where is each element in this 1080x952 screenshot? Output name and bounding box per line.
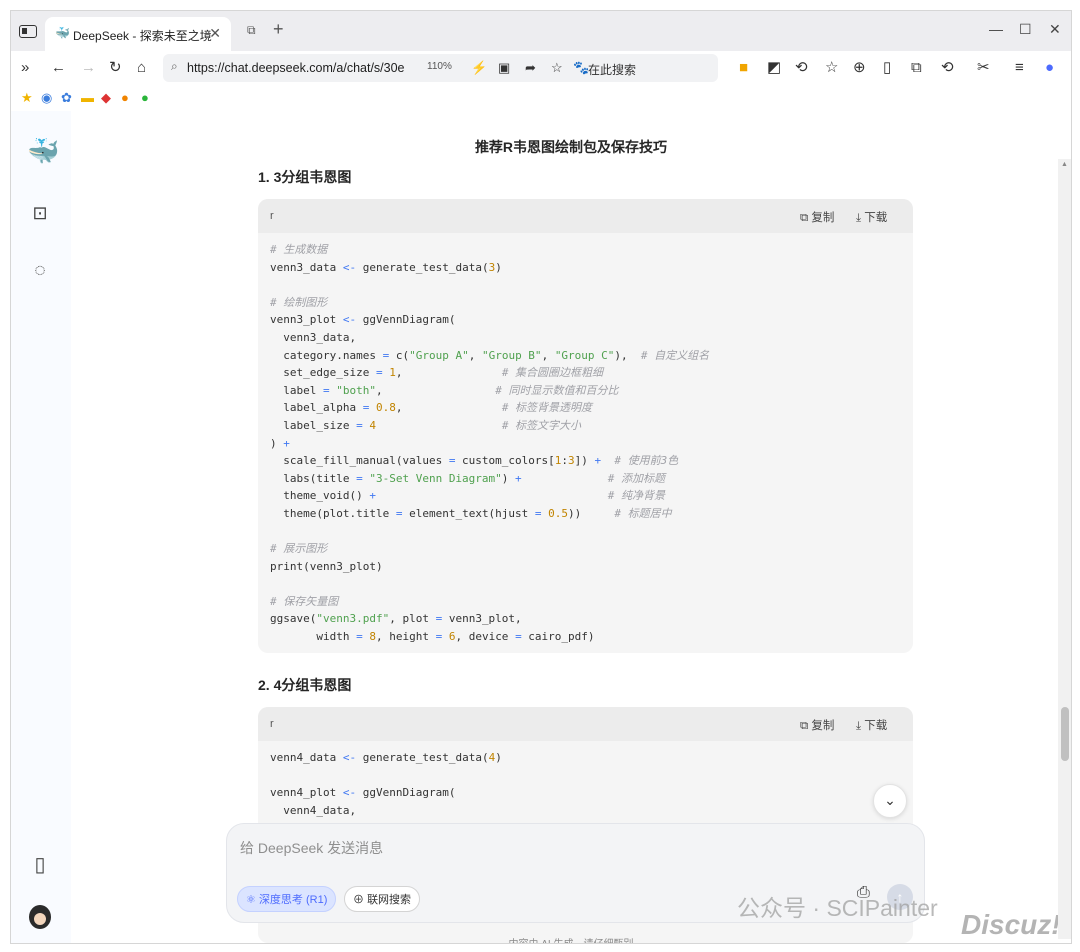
code-header: r ⧉ 复制 ⤓ 下载 [258,707,913,741]
code-header: r ⧉ 复制 ⤓ 下载 [258,199,913,233]
star-icon[interactable]: ☆ [551,60,563,76]
screenshot-icon[interactable]: ✂ [977,58,990,78]
bookmark-site-icon[interactable]: ◆ [101,90,111,106]
code-block: r ⧉ 复制 ⤓ 下载 # 生成数据 venn3_data <- generat… [258,199,913,653]
lightning-icon[interactable]: ⚡ [471,60,487,76]
download-icon[interactable]: ⊕ [853,58,866,78]
section-heading: 1. 3分组韦恩图 [258,169,352,185]
chat-title: 推荐R韦恩图绘制包及保存技巧 [474,139,668,155]
copy-icon: ⧉ [800,212,809,224]
share-icon[interactable]: ➦ [525,60,536,76]
tabs-icon[interactable]: ⧉ [911,58,922,78]
download-icon: ⤓ [856,720,862,732]
bookmark-folder-icon[interactable]: ▬ [81,90,94,106]
new-tab-icon[interactable]: + [273,19,284,40]
history-icon[interactable]: ⟲ [941,58,954,78]
bookmark-star-icon[interactable]: ★ [21,90,33,106]
download-label: 下载 [864,720,888,732]
tab-title: DeepSeek - 探索未至之境 [73,29,212,43]
watermark: 公众号 · SCIPainter [737,895,938,921]
scroll-up-icon[interactable]: ▲ [1061,161,1068,168]
phone-icon[interactable]: ▯ [27,853,53,877]
copy-label: 复制 [811,720,835,732]
atom-icon: ⚛ [246,894,256,906]
browser-tab[interactable]: 🐳 DeepSeek - 探索未至之境 ✕ [45,17,231,51]
close-tab-icon[interactable]: ✕ [209,25,221,42]
profile-icon[interactable]: ● [1045,58,1054,78]
footer-note: 内容由 AI 生成，请仔细甄别 [71,935,1071,943]
tab-bar: 🐳 DeepSeek - 探索未至之境 ✕ ⧉ + — ☐ ✕ [11,11,1071,51]
browser-toolbar: » ← → ↻ ⌂ ⌕ https://chat.deepseek.com/a/… [11,51,1071,85]
bookmark-wechat-icon[interactable]: ● [141,90,149,106]
search-box-label[interactable]: 在此搜索 [588,61,636,78]
download-button[interactable]: ⤓ 下载 [856,717,887,733]
chevron-down-icon: ⌄ [884,792,896,808]
back-icon[interactable]: ← [51,58,66,78]
baidu-icon[interactable]: 🐾 [573,60,589,76]
zoom-level[interactable]: 110% [427,61,452,72]
maximize-icon[interactable]: ☐ [1019,21,1032,38]
code-language: r [270,718,274,730]
scroll-thumb[interactable] [1061,707,1069,761]
copy-button[interactable]: ⧉ 复制 [800,717,834,733]
close-window-icon[interactable]: ✕ [1049,21,1061,38]
code-content: venn4_data <- generate_test_data(4) venn… [270,751,502,817]
avatar[interactable] [29,905,51,929]
favorites-icon[interactable]: ☆ [825,58,838,78]
extension-icon[interactable]: ■ [739,58,748,78]
url-text[interactable]: https://chat.deepseek.com/a/chat/s/30e [187,61,419,75]
expand-icon[interactable]: » [21,58,29,78]
address-bar[interactable]: ⌕ https://chat.deepseek.com/a/chat/s/30e… [163,54,718,82]
collections-icon[interactable]: ▯ [883,58,891,78]
code-language: r [270,210,274,222]
code-content: # 生成数据 venn3_data <- generate_test_data(… [270,243,710,644]
bookmark-app-icon[interactable]: ✿ [61,90,72,106]
copy-label: 复制 [811,212,835,224]
bookmark-search-icon[interactable]: ◉ [41,90,52,106]
reader-icon[interactable]: ▣ [498,60,510,76]
web-search-toggle[interactable]: ⊕ 联网搜索 [344,886,421,912]
forward-icon[interactable]: → [81,58,96,78]
reload-icon[interactable]: ↻ [109,58,122,78]
home-icon[interactable]: ⌂ [137,58,146,78]
copy-icon: ⧉ [800,720,809,732]
scroll-down-button[interactable]: ⌄ [873,784,907,818]
sidebar-toggle-icon[interactable] [19,25,37,38]
copy-button[interactable]: ⧉ 复制 [800,209,834,225]
bookmark-p-icon[interactable]: ● [121,90,129,106]
chat-content: 推荐R韦恩图绘制包及保存技巧 1. 3分组韦恩图 r ⧉ 复制 ⤓ 下载 # 生… [71,111,1071,943]
scrollbar[interactable]: ▲ [1058,159,1071,939]
section-heading: 2. 4分组韦恩图 [258,677,352,693]
sidebar: 🐳 ⊡ ◌ ▯ [11,111,71,943]
globe-icon: ⊕ [353,894,364,906]
tab-options-icon[interactable]: ⧉ [247,23,256,38]
browser-window: 🐳 DeepSeek - 探索未至之境 ✕ ⧉ + — ☐ ✕ » ← → ↻ … [10,10,1072,944]
new-chat-icon[interactable]: ◌ [27,259,53,283]
web-search-label: 联网搜索 [367,894,412,906]
watermark-logo: Discuz! [961,909,1061,940]
deepseek-app: 🐳 ⊡ ◌ ▯ 推荐R韦恩图绘制包及保存技巧 1. 3分组韦恩图 r ⧉ 复制 … [11,111,1071,943]
menu-icon[interactable]: ≡ [1015,58,1024,78]
extension3-icon[interactable]: ⟲ [795,58,808,78]
deep-think-toggle[interactable]: ⚛ 深度思考 (R1) [237,886,337,912]
deep-think-label: 深度思考 (R1) [258,894,328,906]
message-input[interactable]: 给 DeepSeek 发送消息 [240,838,383,858]
extension2-icon[interactable]: ◩ [767,58,781,78]
minimize-icon[interactable]: — [989,21,1003,37]
search-icon: ⌕ [171,59,178,73]
download-label: 下载 [864,212,888,224]
download-icon: ⤓ [856,212,862,224]
sidebar-toggle-icon[interactable]: ⊡ [27,201,53,225]
bookmarks-bar: ★ ◉ ✿ ▬ ◆ ● ● [11,85,1071,112]
deepseek-favicon-icon: 🐳 [55,26,70,40]
deepseek-logo-icon[interactable]: 🐳 [27,138,59,164]
download-button[interactable]: ⤓ 下载 [856,209,887,225]
